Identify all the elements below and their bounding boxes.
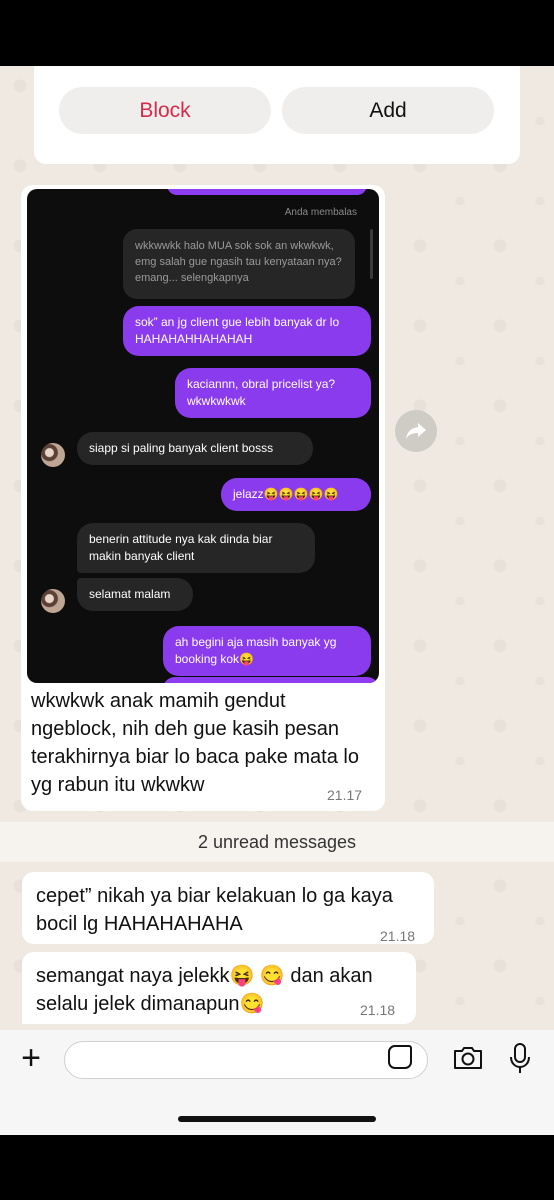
microphone-icon[interactable] [508, 1043, 532, 1075]
bottom-bar [0, 1135, 554, 1200]
chat-screenshot-image[interactable]: Anda membalas wkkwwkk halo MUA sok sok a… [27, 189, 379, 683]
replied-label: Anda membalas [284, 207, 357, 218]
block-button[interactable]: Block [59, 87, 271, 134]
top-bar [0, 0, 554, 66]
plus-icon[interactable]: + [14, 1041, 48, 1076]
camera-icon[interactable] [452, 1046, 484, 1070]
message-bubble[interactable]: cepet” nikah ya biar kelakuan lo ga kaya… [22, 872, 434, 944]
message-bubble[interactable]: semangat naya jelekk😝 😋 dan akan selalu … [22, 952, 416, 1024]
unread-divider: 2 unread messages [0, 822, 554, 862]
quote-bar [370, 229, 373, 279]
forward-icon[interactable] [395, 410, 437, 452]
home-indicator [178, 1116, 376, 1122]
screenshot-message: kaciannn, obral pricelist ya? wkwkwkwk [175, 368, 371, 418]
quoted-message: wkkwwkk halo MUA sok sok an wkwkwk, emg … [123, 229, 355, 299]
sticker-icon[interactable] [388, 1045, 412, 1069]
screenshot-message: sok” an jg client gue lebih banyak dr lo… [123, 306, 371, 356]
screenshot-message: benerin attitude nya kak dinda biar maki… [77, 523, 315, 573]
message-time: 21.18 [380, 928, 416, 944]
message-time: 21.17 [327, 787, 363, 803]
screenshot-message: jelazz😝😝😝😝😝 [221, 478, 371, 511]
message-time: 21.18 [360, 1002, 396, 1018]
contact-card: Block Add [34, 66, 520, 164]
avatar [41, 589, 65, 613]
message-input[interactable] [64, 1041, 428, 1079]
avatar [41, 443, 65, 467]
screenshot-message: siapp si paling banyak client bosss [77, 432, 313, 465]
add-button[interactable]: Add [282, 87, 494, 134]
image-message[interactable]: Anda membalas wkkwwkk halo MUA sok sok a… [21, 185, 385, 811]
screenshot-message: selamat malam [77, 578, 193, 611]
message-text: cepet” nikah ya biar kelakuan lo ga kaya… [36, 885, 393, 935]
message-text: semangat naya jelekk😝 😋 dan akan selalu … [36, 965, 373, 1015]
message-text: wkwkwk anak mamih gendut ngeblock, nih d… [31, 690, 359, 796]
screenshot-message: ah begini aja masih banyak yg booking ko… [163, 626, 371, 676]
chat-area[interactable]: Block Add Anda membalas wkkwwkk halo MUA… [0, 66, 554, 1030]
